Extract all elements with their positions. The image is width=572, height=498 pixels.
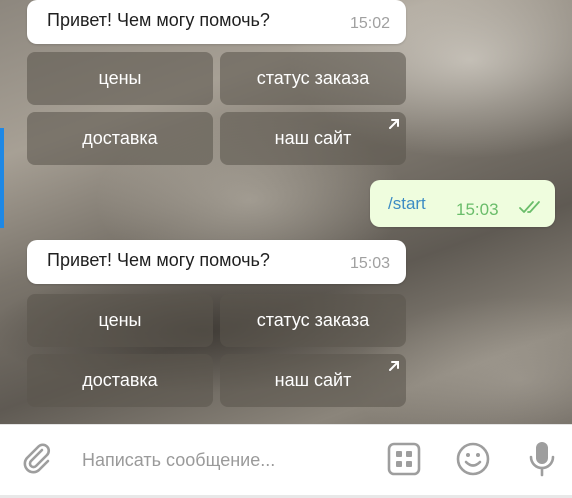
button-label: цены <box>98 68 142 88</box>
button-label: статус заказа <box>256 310 370 330</box>
emoji-smile-icon[interactable] <box>455 441 491 477</box>
outgoing-message: /start 15:03 <box>370 180 555 227</box>
incoming-message-2: Привет! Чем могу помочь? 15:03 <box>27 240 406 284</box>
inline-button-order-status[interactable]: статус заказа <box>220 294 406 347</box>
incoming-message-1: Привет! Чем могу помочь? 15:02 <box>27 0 406 44</box>
message-text: Привет! Чем могу помочь? <box>47 250 270 270</box>
inline-button-prices[interactable]: цены <box>27 52 213 105</box>
microphone-icon[interactable] <box>526 439 558 479</box>
external-link-arrow-icon <box>389 361 399 371</box>
message-time: 15:02 <box>349 15 390 32</box>
inline-button-prices[interactable]: цены <box>27 294 213 347</box>
message-text: /start <box>388 194 426 213</box>
message-time: 15:03 <box>349 255 390 272</box>
inline-button-delivery[interactable]: доставка <box>27 354 213 407</box>
inline-button-order-status[interactable]: статус заказа <box>220 52 406 105</box>
inline-button-our-site[interactable]: наш сайт <box>220 112 406 165</box>
button-label: цены <box>98 310 142 330</box>
button-label: наш сайт <box>274 370 352 390</box>
message-time: 15:03 <box>456 200 499 219</box>
inline-button-our-site[interactable]: наш сайт <box>220 354 406 407</box>
button-label: доставка <box>82 370 158 390</box>
message-input[interactable] <box>82 447 372 473</box>
message-text: Привет! Чем могу помочь? <box>47 10 270 30</box>
button-label: статус заказа <box>256 68 370 88</box>
button-label: наш сайт <box>274 128 352 148</box>
double-check-icon <box>519 201 540 213</box>
paperclip-icon[interactable] <box>20 441 54 475</box>
message-input-bar <box>0 424 572 498</box>
keyboard-grid-icon[interactable] <box>386 441 422 477</box>
inline-button-delivery[interactable]: доставка <box>27 112 213 165</box>
button-label: доставка <box>82 128 158 148</box>
window-edge-accent <box>0 128 4 228</box>
external-link-arrow-icon <box>389 119 399 129</box>
